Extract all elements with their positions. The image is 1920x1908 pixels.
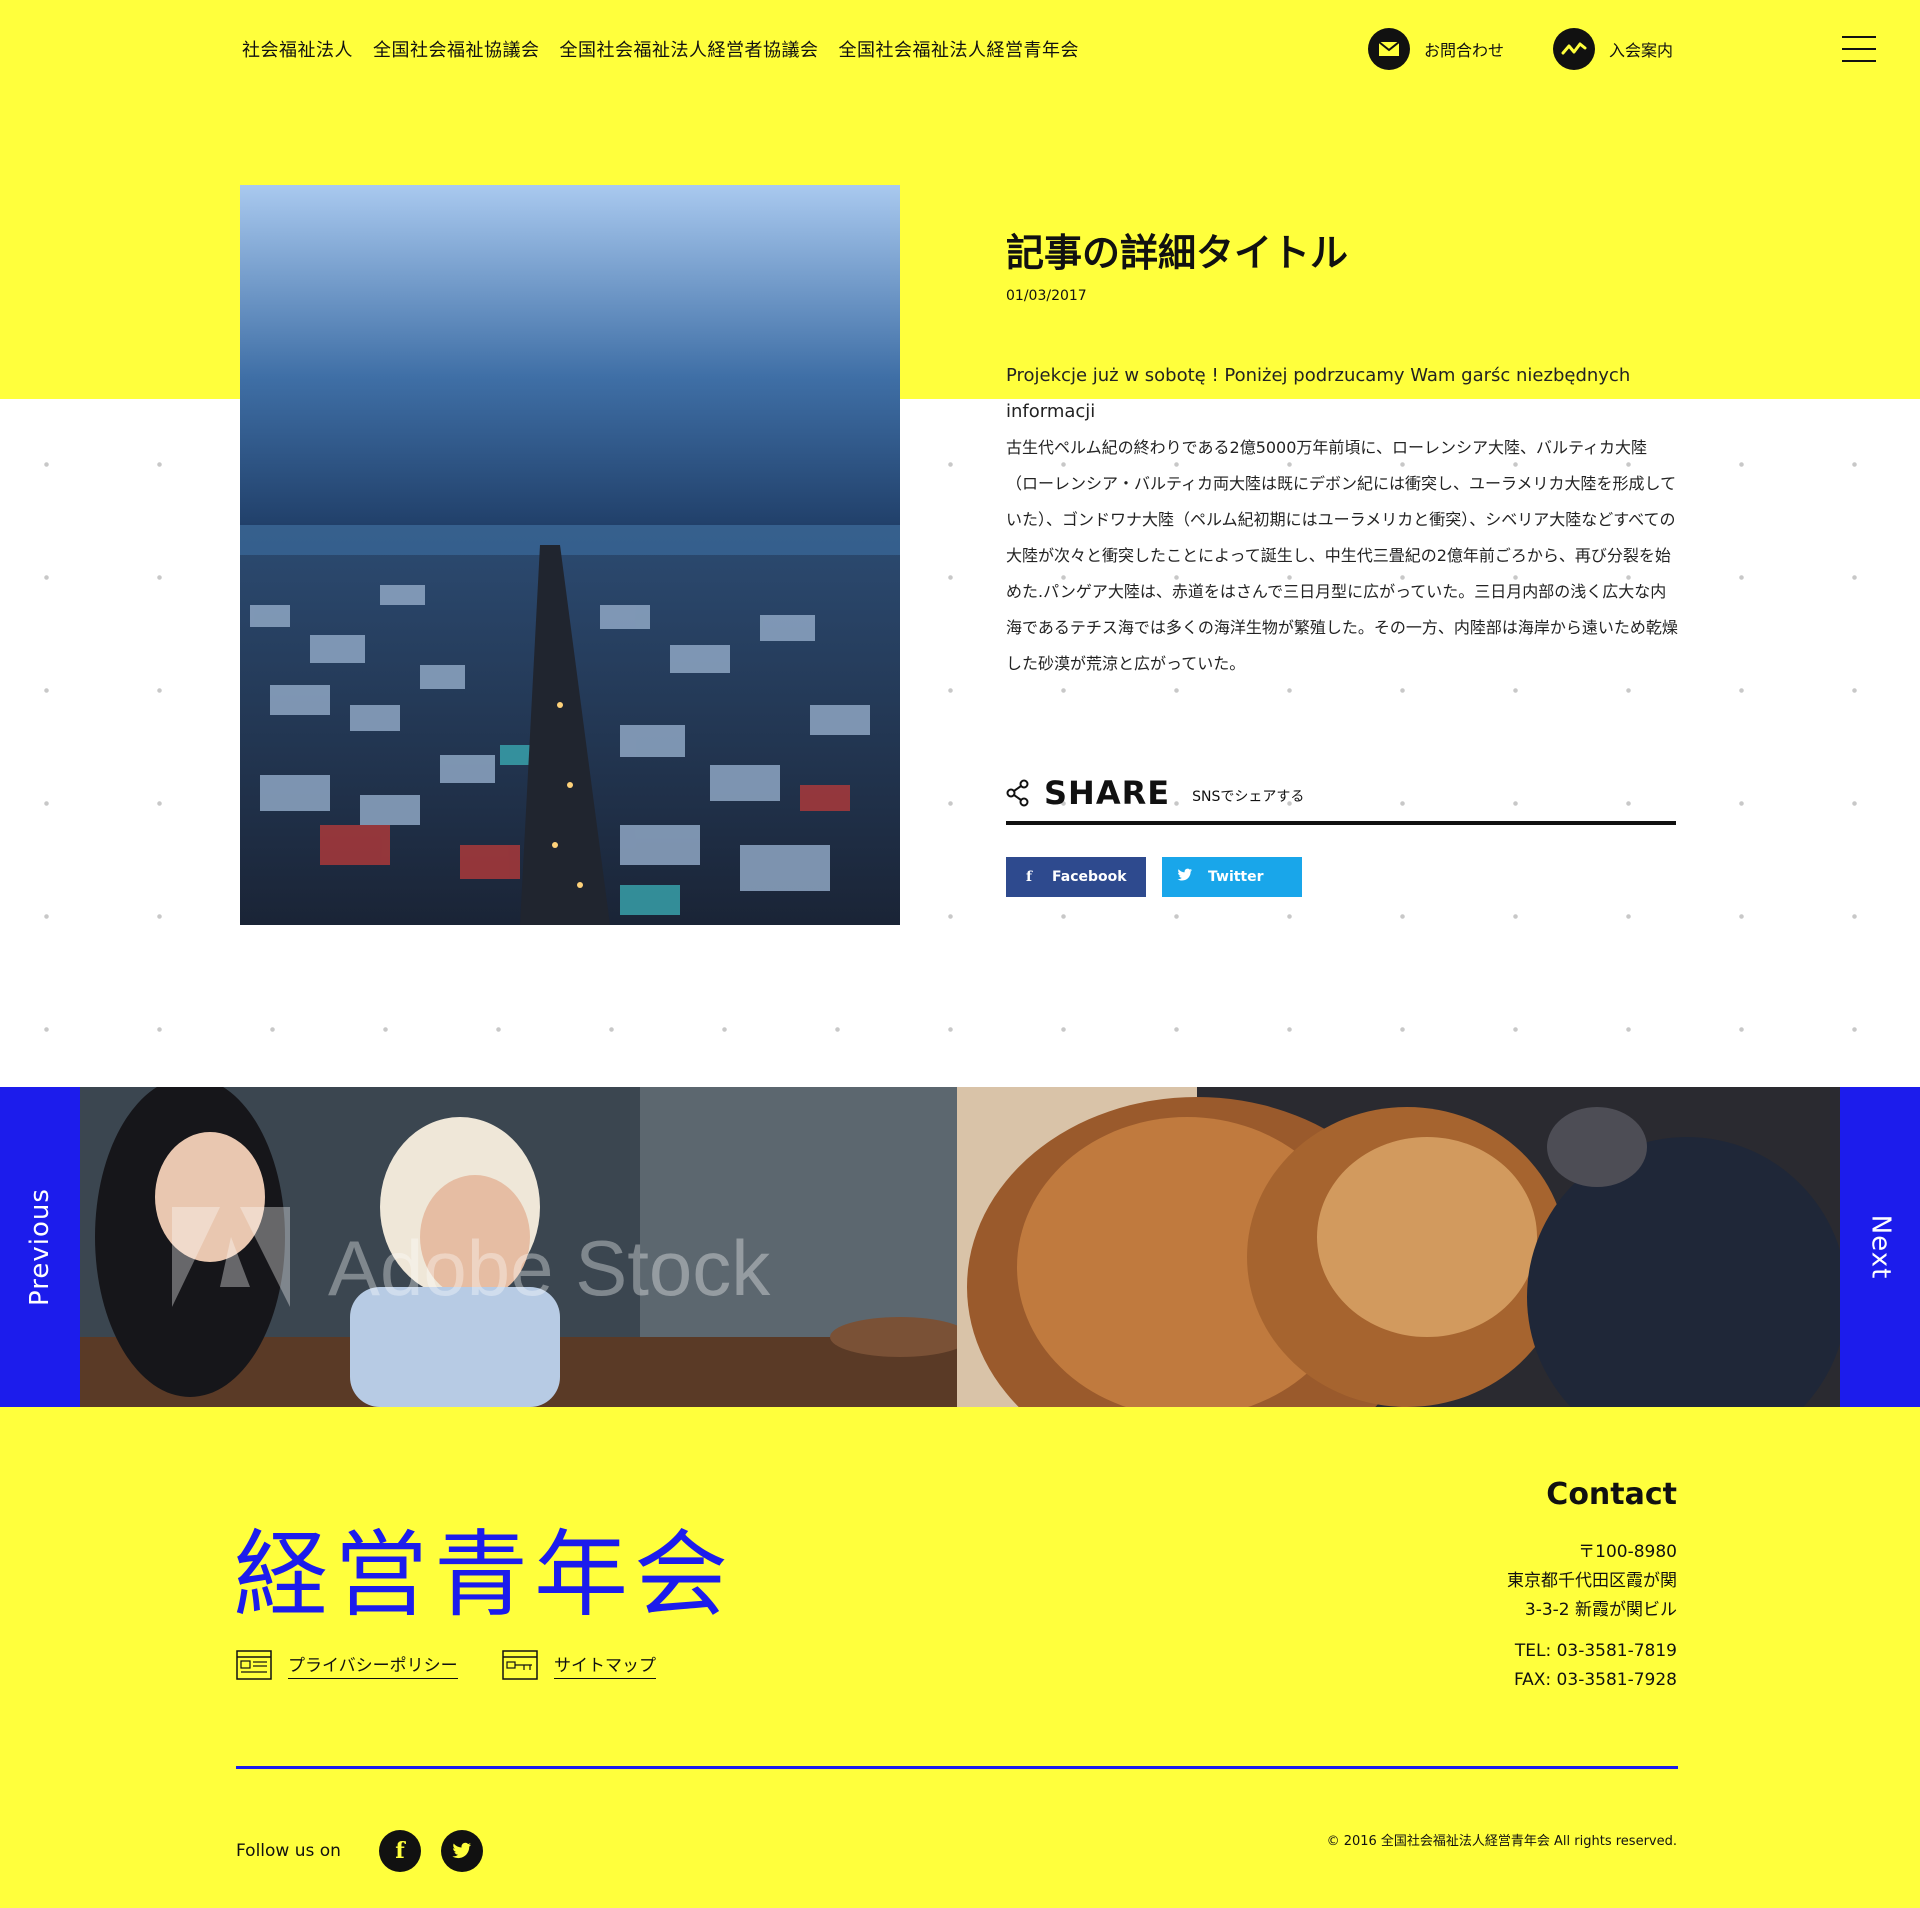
previous-post-image[interactable]: Adobe Stock	[80, 1087, 957, 1407]
article-image	[240, 185, 900, 925]
watermark-text: Adobe Stock	[328, 1224, 771, 1312]
next-button[interactable]: Next	[1840, 1087, 1920, 1407]
sitemap-icon	[502, 1650, 538, 1680]
document-icon	[236, 1650, 272, 1680]
contact-block: Contact 〒100-8980 東京都千代田区霞が関 3-3-2 新霞が関ビ…	[1507, 1477, 1677, 1695]
footer-logo[interactable]: 経営青年会	[234, 1499, 734, 1635]
postal-code: 〒100-8980	[1578, 1542, 1677, 1562]
facebook-icon: f	[1025, 869, 1033, 885]
join-link[interactable]: 入会案内	[1553, 28, 1673, 70]
previous-label: Previous	[25, 1188, 56, 1306]
twitter-icon	[1176, 868, 1194, 886]
nav-link-zenkoku-kyogikai[interactable]: 全国社会福祉協議会	[373, 36, 540, 62]
twitter-share-button[interactable]: Twitter	[1162, 857, 1302, 897]
facebook-share-button[interactable]: f Facebook	[1006, 857, 1146, 897]
footer-divider	[236, 1766, 1678, 1769]
next-label: Next	[1864, 1214, 1895, 1280]
top-nav: 社会福祉法人 全国社会福祉協議会 全国社会福祉法人経営者協議会 全国社会福祉法人…	[242, 36, 1079, 62]
follow-label: Follow us on	[236, 1841, 341, 1861]
twitter-social-icon[interactable]	[440, 1830, 483, 1872]
address-line-2: 3-3-2 新霞が関ビル	[1524, 1600, 1677, 1620]
sitemap-label: サイトマップ	[554, 1651, 656, 1679]
menu-icon[interactable]	[1842, 36, 1876, 62]
join-label: 入会案内	[1609, 41, 1674, 60]
share-title: SHARE	[1044, 774, 1171, 812]
activity-icon	[1553, 28, 1595, 70]
previous-button[interactable]: Previous	[0, 1087, 80, 1407]
nav-link-shakai-fukushi-hojin[interactable]: 社会福祉法人	[242, 36, 353, 62]
twitter-label: Twitter	[1208, 869, 1264, 885]
share-header: SHARE SNSでシェアする	[1006, 765, 1676, 825]
contact-title: Contact	[1546, 1477, 1677, 1512]
copyright: © 2016 全国社会福祉法人経営青年会 All rights reserved…	[1326, 1834, 1677, 1849]
address-line-1: 東京都千代田区霞が関	[1507, 1571, 1677, 1591]
article-date: 01/03/2017	[1006, 288, 1087, 304]
article-title: 記事の詳細タイトル	[1006, 230, 1349, 275]
fax-number: FAX: 03-3581-7928	[1513, 1670, 1677, 1690]
facebook-label: Facebook	[1052, 869, 1127, 885]
next-post-image[interactable]	[957, 1087, 1840, 1407]
post-pager: Adobe Stock Previous Next	[0, 1087, 1920, 1407]
privacy-policy-link[interactable]: プライバシーポリシー	[236, 1650, 458, 1680]
nav-link-keieisha-kyogikai[interactable]: 全国社会福祉法人経営者協議会	[560, 36, 819, 62]
privacy-policy-label: プライバシーポリシー	[288, 1651, 458, 1679]
article-body: 古生代ペルム紀の終わりである2億5000万年前頃に、ローレンシア大陸、バルティカ…	[1006, 438, 1678, 673]
nav-link-keiei-seinenkai[interactable]: 全国社会福祉法人経営青年会	[839, 36, 1080, 62]
tel-number: TEL: 03-3581-7819	[1514, 1641, 1677, 1661]
share-subtitle: SNSでシェアする	[1192, 789, 1305, 805]
contact-label: お問合わせ	[1424, 41, 1505, 60]
contact-link[interactable]: お問合わせ	[1368, 28, 1504, 70]
share-icon	[1006, 779, 1029, 807]
mail-icon	[1368, 28, 1410, 70]
facebook-social-icon[interactable]: f	[378, 1830, 421, 1872]
sitemap-link[interactable]: サイトマップ	[502, 1650, 656, 1680]
follow-us: Follow us on f	[236, 1830, 503, 1872]
article-lead: Projekcje już w sobotę ! Poniżej podrzuc…	[1006, 365, 1631, 422]
